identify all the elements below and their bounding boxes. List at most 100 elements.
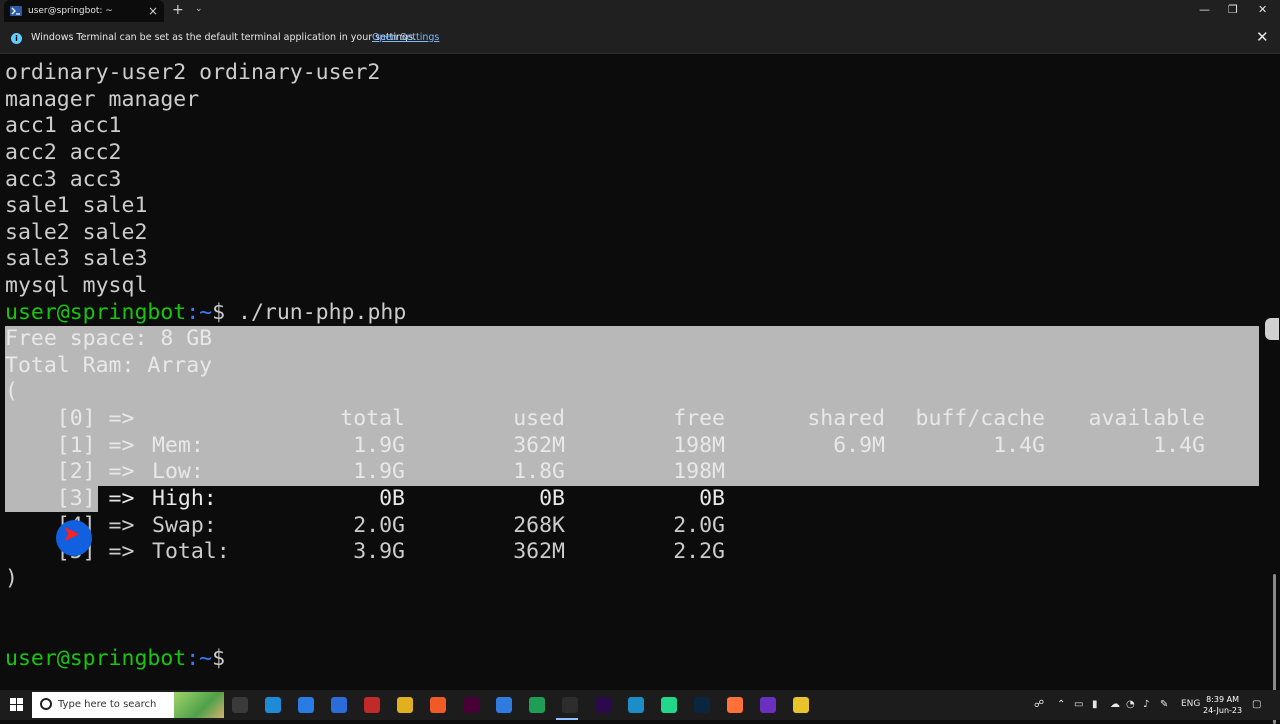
output-line: sale2 sale2 [5, 220, 148, 245]
mouse-pointer-icon: ➤ [62, 522, 81, 547]
row-label: Swap: [152, 513, 217, 538]
chevron-down-icon[interactable]: ⌄ [195, 4, 203, 14]
prompt-user: user@springbot [5, 646, 187, 671]
cell-free: 2.0G [673, 513, 725, 538]
cell-total: 1.9G [353, 433, 405, 458]
array-row: [2] => Low: 1.9G 1.8G 198M [5, 459, 725, 486]
clock-time: 8:39 AM [1206, 695, 1239, 704]
array-row: [0] => total used free shared buff/cache avail… [5, 406, 1205, 433]
command-line: user@springbot:~$ ./run-php.php [5, 300, 406, 327]
mail-icon[interactable] [298, 697, 314, 713]
row-label: Total: [152, 539, 230, 564]
todo-icon[interactable] [496, 697, 512, 713]
cell-shared: 6.9M [833, 433, 885, 458]
network-icon[interactable]: ▭ [1074, 699, 1083, 710]
output-line: manager manager [5, 87, 200, 112]
row-label: Low: [152, 459, 204, 484]
cell-used: 362M [513, 433, 565, 458]
prompt-path: :~ [186, 300, 213, 325]
cell-used: 1.8G [513, 459, 565, 484]
pycharm-icon[interactable] [661, 697, 677, 713]
terminal-icon[interactable] [562, 697, 578, 713]
powershell-icon [10, 6, 22, 16]
row-index: [1] => [56, 433, 135, 458]
visual-studio-icon[interactable] [331, 697, 347, 713]
battery-icon[interactable]: ▮ [1092, 699, 1098, 710]
tab-close-icon[interactable]: × [148, 5, 158, 17]
row-index: [3] => [56, 486, 135, 511]
adobe-xd-icon[interactable] [463, 697, 479, 713]
search-highlight-image [174, 692, 224, 718]
taskbar-search[interactable]: Type here to search [32, 692, 224, 718]
cloud-icon[interactable]: ☁ [1110, 699, 1120, 710]
terminal-output[interactable]: ordinary-user2 ordinary-user2 manager ma… [0, 54, 1279, 724]
output-line: acc3 acc3 [5, 167, 122, 192]
brave-icon[interactable] [430, 697, 446, 713]
array-row: [4] => Swap: 2.0G 268K 2.0G [5, 513, 725, 540]
default-terminal-infobar: i Windows Terminal can be set as the def… [0, 22, 1280, 54]
infobar-close-icon[interactable]: ✕ [1256, 28, 1269, 46]
app-red-icon[interactable] [364, 697, 380, 713]
cell-free: 198M [673, 433, 725, 458]
cell-total: 2.0G [353, 513, 405, 538]
row-label: Mem: [152, 433, 204, 458]
terminal-tab[interactable]: user@springbot: ~ × [4, 0, 164, 22]
volume-icon[interactable]: ♪ [1143, 699, 1149, 710]
close-paren-line: ) [5, 566, 18, 591]
chevron-up-icon[interactable]: ⌃ [1057, 699, 1065, 710]
col-used: used [513, 406, 565, 431]
close-window-button[interactable]: ✕ [1258, 2, 1267, 18]
prompt-symbol: $ [212, 300, 238, 325]
premiere-icon[interactable] [595, 697, 611, 713]
pen-icon[interactable]: ✎ [1160, 699, 1168, 710]
tab-title: user@springbot: ~ [28, 6, 113, 16]
output-line: mysql mysql [5, 273, 148, 298]
col-buff-cache: buff/cache [915, 406, 1045, 431]
open-settings-link[interactable]: Open Settings [372, 32, 439, 43]
firefox-icon[interactable] [727, 697, 743, 713]
chrome-icon[interactable] [397, 697, 413, 713]
minimize-button[interactable]: — [1199, 2, 1210, 18]
edge-icon[interactable] [265, 697, 281, 713]
array-row: [3] => High: 0B 0B 0B [5, 486, 725, 513]
clock-date: 24-Jun-23 [1203, 706, 1243, 715]
output-line: sale1 sale1 [5, 193, 148, 218]
app-3-icon[interactable] [628, 697, 644, 713]
windows-start-icon[interactable] [10, 698, 24, 712]
side-handle-icon[interactable] [1265, 318, 1279, 340]
title-bar: user@springbot: ~ × + ⌄ — ❐ ✕ [0, 0, 1280, 22]
col-shared: shared [807, 406, 885, 431]
photoshop-icon[interactable] [694, 697, 710, 713]
task-view-icon[interactable] [232, 697, 248, 713]
language-indicator[interactable]: ENG [1181, 699, 1200, 709]
cell-total: 3.9G [353, 539, 405, 564]
app-green-icon[interactable] [529, 697, 545, 713]
row-index: [2] => [56, 459, 135, 484]
cell-free: 198M [673, 459, 725, 484]
cell-free: 2.2G [673, 539, 725, 564]
output-line: acc2 acc2 [5, 140, 122, 165]
notification-icon[interactable]: ▢ [1252, 699, 1261, 710]
output-line: sale3 sale3 [5, 246, 148, 271]
new-tab-button[interactable]: + [172, 2, 184, 18]
taskbar: Type here to search ☍ ⌃ ▭ ▮ ☁ ◔ ♪ ✎ ENG … [0, 690, 1280, 720]
cell-total: 1.9G [353, 459, 405, 484]
app-yellow-icon[interactable] [793, 697, 809, 713]
cell-used: 362M [513, 539, 565, 564]
cell-used: 0B [539, 486, 565, 511]
wifi-icon[interactable]: ◔ [1126, 699, 1135, 710]
people-icon[interactable]: ☍ [1034, 699, 1044, 710]
array-row: [5] => Total: 3.9G 362M 2.2G [5, 539, 725, 566]
maximize-button[interactable]: ❐ [1228, 2, 1238, 18]
cell-buff-cache: 1.4G [993, 433, 1045, 458]
infobar-message: Windows Terminal can be set as the defau… [31, 32, 417, 43]
cell-available: 1.4G [1153, 433, 1205, 458]
open-paren-line: ( [5, 379, 18, 404]
clock[interactable]: 8:39 AM 24-Jun-23 [1203, 694, 1242, 716]
prompt-line[interactable]: user@springbot:~$ [5, 646, 238, 673]
free-space-line: Free space: 8 GB [5, 326, 213, 351]
cell-total: 0B [379, 486, 405, 511]
prompt-user: user@springbot [5, 300, 187, 325]
total-ram-line: Total Ram: Array [5, 353, 213, 378]
jetbrains-icon[interactable] [760, 697, 776, 713]
